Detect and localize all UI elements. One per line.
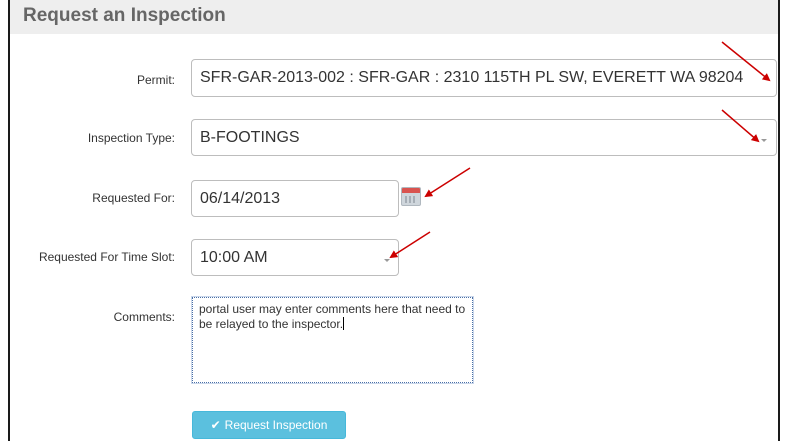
page-title: Request an Inspection xyxy=(23,5,226,26)
permit-selected-value: SFR-GAR-2013-002 : SFR-GAR : 2310 115TH … xyxy=(200,69,744,86)
requested-for-date-input[interactable]: 06/14/2013 xyxy=(191,180,399,217)
request-inspection-button[interactable]: ✔ Request Inspection xyxy=(192,411,346,439)
inspection-type-label: Inspection Type: xyxy=(87,131,175,145)
requested-for-date-value: 06/14/2013 xyxy=(200,189,281,207)
chevron-down-icon xyxy=(761,139,767,142)
calendar-icon-header xyxy=(402,188,420,193)
time-slot-selected-value: 10:00 AM xyxy=(200,248,268,266)
panel-header: Request an Inspection xyxy=(10,0,778,34)
inspection-type-selected-value: B-FOOTINGS xyxy=(200,128,300,146)
chevron-down-icon xyxy=(384,259,390,262)
calendar-icon-grid xyxy=(405,196,417,203)
text-cursor xyxy=(343,317,345,330)
comments-text: portal user may enter comments here that… xyxy=(199,302,469,331)
comments-textarea[interactable]: portal user may enter comments here that… xyxy=(191,296,474,384)
check-icon: ✔ xyxy=(210,418,221,432)
time-slot-select[interactable]: 10:00 AM xyxy=(191,239,399,276)
request-inspection-label: Request Inspection xyxy=(224,418,328,432)
calendar-icon[interactable] xyxy=(401,187,421,206)
time-slot-label: Requested For Time Slot: xyxy=(38,250,175,264)
requested-for-label: Requested For: xyxy=(92,191,175,205)
inspection-type-select[interactable]: B-FOOTINGS xyxy=(191,119,777,156)
permit-label: Permit: xyxy=(136,73,175,87)
permit-select[interactable]: SFR-GAR-2013-002 : SFR-GAR : 2310 115TH … xyxy=(191,59,777,97)
comments-label: Comments: xyxy=(113,310,175,324)
